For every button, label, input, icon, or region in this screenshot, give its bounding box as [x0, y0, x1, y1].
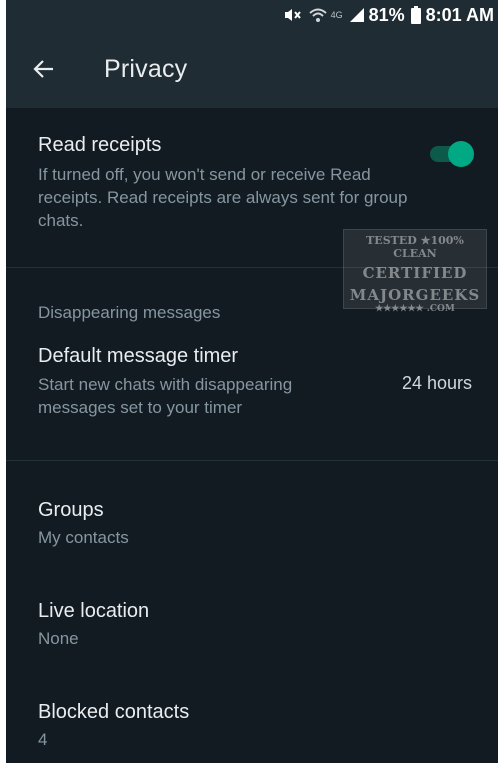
- wifi-icon: [308, 7, 327, 23]
- blocked-contacts-title: Blocked contacts: [38, 701, 190, 723]
- default-timer-description: Start new chats with disappearing messag…: [38, 375, 293, 417]
- settings-list: Read receipts If turned off, you won't s…: [6, 108, 498, 763]
- live-location-row[interactable]: Live location None: [6, 563, 498, 664]
- groups-value: My contacts: [38, 528, 129, 547]
- battery-icon: [410, 6, 421, 24]
- groups-title: Groups: [38, 499, 104, 521]
- clock: 8:01 AM: [425, 4, 494, 25]
- back-button[interactable]: [24, 49, 64, 89]
- live-location-title: Live location: [38, 600, 150, 622]
- read-receipts-title: Read receipts: [38, 134, 162, 156]
- watermark-line-2: CERTIFIED: [362, 264, 468, 282]
- default-timer-title: Default message timer: [38, 345, 239, 367]
- watermark-line-4: ★★★★★★ .COM: [375, 304, 455, 314]
- back-arrow-icon: [33, 60, 53, 78]
- blocked-contacts-row[interactable]: Blocked contacts 4: [6, 664, 498, 763]
- live-location-value: None: [38, 629, 79, 648]
- groups-row[interactable]: Groups My contacts: [6, 461, 498, 563]
- toggle-thumb: [448, 141, 474, 167]
- mute-icon: [283, 7, 303, 23]
- watermark-line-1: TESTED ★100% CLEAN: [366, 234, 464, 260]
- blocked-contacts-value: 4: [38, 730, 48, 749]
- read-receipts-toggle[interactable]: [430, 141, 474, 167]
- default-timer-row[interactable]: Default message timer Start new chats wi…: [6, 345, 498, 460]
- watermark-line-3: MAJORGEEKS: [349, 286, 481, 304]
- majorgeeks-watermark: TESTED ★100% CLEAN CERTIFIED MAJORGEEKS …: [343, 229, 487, 314]
- status-bar: 4G 81% 8:01 AM: [6, 0, 498, 30]
- signal-icon: [349, 7, 365, 23]
- page-title: Privacy: [104, 54, 188, 83]
- app-bar: Privacy: [6, 30, 498, 108]
- network-type-label: 4G: [330, 10, 343, 20]
- read-receipts-description: If turned off, you won't send or receive…: [38, 165, 408, 230]
- app-frame: 4G 81% 8:01 AM Privacy Read receipts If …: [6, 0, 498, 763]
- default-timer-value: 24 hours: [401, 373, 472, 393]
- battery-percentage: 81%: [368, 4, 405, 25]
